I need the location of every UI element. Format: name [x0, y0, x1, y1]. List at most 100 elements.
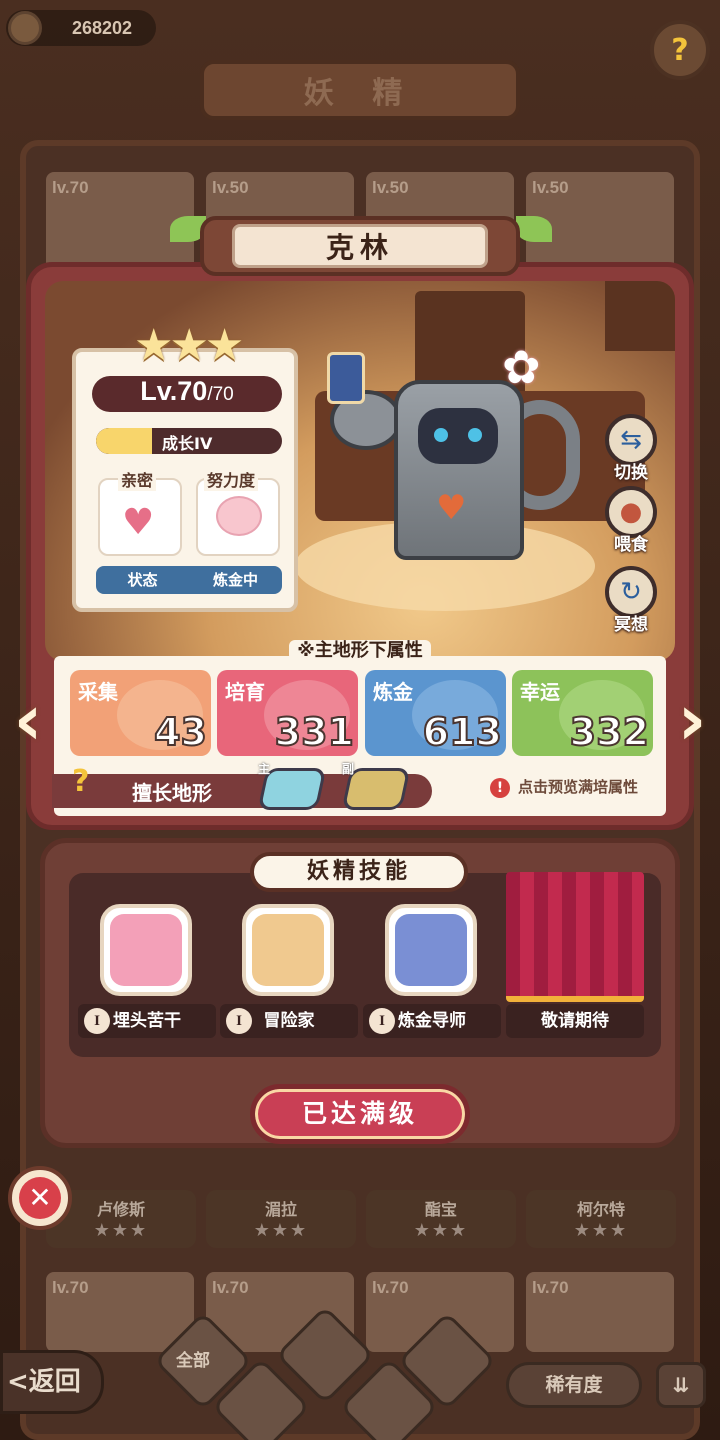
sort-order-icon[interactable]: ⇊ [656, 1362, 706, 1408]
growth-bar: 成长IV [96, 428, 282, 454]
attribute-value: 613 [422, 709, 503, 755]
skill-rank: I [369, 1008, 395, 1034]
attribute-name: 炼金 [373, 680, 413, 704]
treasure-bag-icon [242, 904, 334, 996]
preview-max-link[interactable]: ! 点击预览满培属性 [490, 776, 638, 798]
card-level: lv.50 [212, 178, 249, 197]
card-level: lv.50 [532, 178, 569, 197]
card-nameplate[interactable]: 柯尔特 ★★★ [526, 1190, 676, 1248]
back-button[interactable]: <返回 [0, 1350, 104, 1414]
attribute-name: 采集 [78, 680, 118, 704]
switch-button[interactable]: ⇆ 切换 [602, 414, 660, 483]
close-icon: ✕ [19, 1177, 61, 1219]
main-tag: 主 [258, 762, 271, 776]
alert-icon: ! [490, 778, 510, 798]
status-label: 状态 [127, 571, 158, 589]
card-name: 酯宝 [424, 1200, 457, 1219]
skills-title: 妖精技能 [250, 852, 468, 892]
status-value: 炼金中 [212, 571, 258, 589]
fairy-character[interactable]: ♥ [394, 380, 524, 560]
attribute-value: 332 [569, 709, 650, 755]
card-name: 卢修斯 [96, 1200, 145, 1219]
skill-item[interactable]: 冒险家 I [220, 900, 358, 1040]
cauldron-icon [385, 904, 477, 996]
attribute-alchemy: 炼金 613 [365, 670, 506, 756]
attributes-title: ※主地形下属性 [0, 636, 720, 662]
currency-display: 268202 [6, 10, 156, 46]
flower-icon: ✿ [502, 340, 541, 394]
card-stars: ★★★ [573, 1220, 629, 1241]
main-terrain[interactable]: 主 [257, 762, 327, 810]
currency-amount: 268202 [72, 17, 133, 38]
sub-tag: 副 [342, 762, 355, 776]
character-eye [468, 428, 482, 442]
skill-item[interactable]: 炼金导师 I [363, 900, 501, 1040]
fairy-nameplate: 克林 [200, 216, 520, 276]
attribute-name: 幸运 [520, 680, 560, 704]
growth-fill [96, 428, 152, 454]
angry-face-icon [100, 904, 192, 996]
meditate-button[interactable]: ↻ 冥想 [602, 566, 660, 635]
filter-all-label: 全部 [176, 1351, 210, 1371]
status-bar: 状态 炼金中 [96, 566, 282, 594]
card-name: 柯尔特 [576, 1200, 625, 1219]
meditate-label: 冥想 [614, 615, 648, 635]
terrain-label: 擅长地形 [132, 781, 212, 805]
character-face [418, 408, 498, 464]
curtain-icon [506, 872, 644, 1002]
attribute-luck: 幸运 332 [512, 670, 653, 756]
card-stars: ★★★ [413, 1220, 469, 1241]
attribute-gather: 采集 43 [70, 670, 211, 756]
card-level: lv.70 [52, 1278, 89, 1297]
card-level: lv.70 [372, 1278, 409, 1297]
next-arrow-icon[interactable]: › [666, 680, 718, 760]
card-stars: ★★★ [93, 1220, 149, 1241]
close-button[interactable]: ✕ [8, 1166, 72, 1230]
growth-label: 成长IV [162, 434, 213, 453]
effort-label: 努力度 [204, 467, 259, 491]
card-level: lv.50 [372, 178, 409, 197]
card-nameplate[interactable]: 酯宝 ★★★ [366, 1190, 516, 1248]
fairy-name: 克林 [325, 231, 394, 264]
character-eye [434, 428, 448, 442]
level-max: /70 [207, 384, 234, 405]
rarity-sort-button[interactable]: 稀有度 [506, 1362, 642, 1408]
leaf-icon [516, 216, 552, 242]
attribute-name: 培育 [225, 680, 265, 704]
fairy-info-card: ★★★ Lv.70/70 成长IV ♥ 亲密 努力度 状态 炼金中 [72, 320, 298, 612]
page-title-board: 妖 精 [200, 60, 520, 120]
card-icon[interactable] [327, 352, 365, 404]
prev-arrow-icon[interactable]: ‹ [2, 680, 54, 760]
skill-item[interactable]: 埋头苦干 I [78, 900, 216, 1040]
intimacy-label: 亲密 [118, 467, 157, 491]
feed-label: 喂食 [614, 535, 648, 555]
heart-icon: ♥ [122, 502, 155, 543]
card-level: lv.70 [532, 1278, 569, 1297]
question-icon[interactable]: ? [650, 20, 710, 80]
crown-coin-icon [8, 11, 42, 45]
card-level: lv.70 [52, 178, 89, 197]
card-stars: ★★★ [253, 1220, 309, 1241]
feed-button[interactable]: ● 喂食 [602, 486, 660, 555]
question-sprout-icon[interactable]: ? [72, 764, 110, 804]
level-value: Lv.70 [140, 376, 208, 406]
max-level-button[interactable]: 已达满级 [250, 1084, 470, 1144]
skill-name: 敬请期待 [506, 1004, 644, 1038]
preview-label: 点击预览满培属性 [518, 778, 639, 796]
sub-terrain[interactable]: 副 [341, 762, 411, 810]
skill-rank: I [84, 1008, 110, 1034]
attribute-nurture: 培育 331 [217, 670, 358, 756]
smiley-icon [216, 496, 262, 536]
page-title: 妖 精 [303, 76, 417, 111]
skill-item-locked: 敬请期待 [506, 872, 644, 1040]
level-display: Lv.70/70 [92, 376, 282, 412]
card-nameplate[interactable]: 湄拉 ★★★ [206, 1190, 356, 1248]
attribute-value: 43 [153, 709, 208, 755]
star-rating: ★★★ [134, 320, 244, 371]
card-name: 湄拉 [264, 1200, 297, 1219]
attribute-value: 331 [274, 709, 355, 755]
heart-icon: ♥ [436, 488, 467, 528]
switch-label: 切换 [614, 463, 648, 483]
card-level: lv.70 [212, 1278, 249, 1297]
window [605, 281, 675, 351]
